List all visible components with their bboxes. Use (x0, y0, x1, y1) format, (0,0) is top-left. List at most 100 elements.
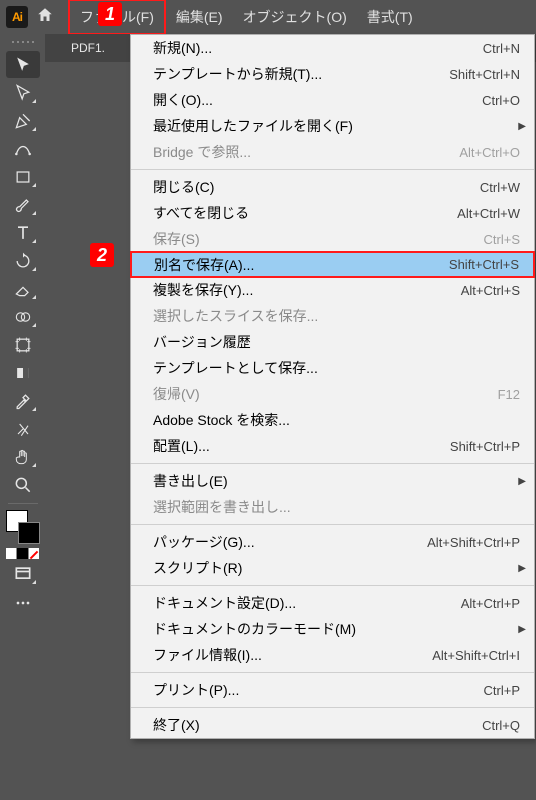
pen-tool[interactable] (6, 107, 40, 134)
toolbar-separator (8, 503, 38, 504)
menu-item-label: 書き出し(E) (153, 471, 520, 491)
draw-mode-icon[interactable] (6, 548, 39, 559)
menu-item-label: バージョン履歴 (153, 332, 520, 352)
menu-item: 復帰(V)F12 (131, 381, 534, 407)
menu-item-shortcut: Shift+Ctrl+S (449, 257, 519, 272)
menu-item[interactable]: パッケージ(G)...Alt+Shift+Ctrl+P (131, 529, 534, 555)
menu-item-label: 配置(L)... (153, 436, 450, 456)
menu-item[interactable]: Adobe Stock を検索... (131, 407, 534, 433)
menu-separator (131, 524, 534, 525)
tools-panel (0, 34, 45, 800)
menu-item-shortcut: Alt+Ctrl+O (459, 145, 520, 160)
menu-item[interactable]: ファイル情報(I)...Alt+Shift+Ctrl+I (131, 642, 534, 668)
home-icon[interactable] (36, 6, 54, 29)
menu-item: 保存(S)Ctrl+S (131, 226, 534, 252)
menu-item[interactable]: 最近使用したファイルを開く(F)▶ (131, 113, 534, 139)
menu-item-label: 選択範囲を書き出し... (153, 497, 520, 517)
menu-item[interactable]: 閉じる(C)Ctrl+W (131, 174, 534, 200)
menu-item-shortcut: Ctrl+P (484, 683, 520, 698)
paintbrush-tool[interactable] (6, 191, 40, 218)
type-tool[interactable] (6, 219, 40, 246)
menu-item-label: Adobe Stock を検索... (153, 410, 520, 430)
rotate-tool[interactable] (6, 247, 40, 274)
menu-item[interactable]: テンプレートとして保存... (131, 355, 534, 381)
menu-item-shortcut: Alt+Ctrl+S (461, 283, 520, 298)
selection-tool[interactable] (6, 51, 40, 78)
menu-item-label: すべてを閉じる (153, 203, 457, 223)
eraser-tool[interactable] (6, 275, 40, 302)
menu-item-label: ファイル情報(I)... (153, 645, 432, 665)
menu-item-shortcut: Shift+Ctrl+N (449, 67, 520, 82)
menu-item[interactable]: 開く(O)...Ctrl+O (131, 87, 534, 113)
menu-item-shortcut: Ctrl+Q (482, 718, 520, 733)
menu-item[interactable]: プリント(P)...Ctrl+P (131, 677, 534, 703)
submenu-arrow-icon: ▶ (518, 563, 526, 574)
menu-item-label: テンプレートから新規(T)... (153, 64, 449, 84)
menu-item-shortcut: Ctrl+W (480, 180, 520, 195)
document-tab-name[interactable]: PDF1. (71, 41, 105, 55)
menu-item[interactable]: スクリプト(R)▶ (131, 555, 534, 581)
menu-item-shortcut: Shift+Ctrl+P (450, 439, 520, 454)
menu-item-shortcut: Alt+Shift+Ctrl+P (427, 535, 520, 550)
menu-object[interactable]: オブジェクト(O) (233, 1, 357, 33)
shape-builder-tool[interactable] (6, 303, 40, 330)
screen-mode-tool[interactable] (6, 560, 40, 587)
edit-toolbar-tool[interactable] (6, 589, 40, 616)
menu-edit[interactable]: 編集(E) (166, 1, 233, 33)
callout-2-badge: 2 (90, 243, 114, 267)
menu-item-label: 復帰(V) (153, 384, 498, 404)
menu-item-label: 新規(N)... (153, 38, 483, 58)
submenu-arrow-icon: ▶ (518, 476, 526, 487)
direct-selection-tool[interactable] (6, 79, 40, 106)
menu-item-shortcut: Ctrl+S (484, 232, 520, 247)
menu-type[interactable]: 書式(T) (357, 1, 423, 33)
menu-item-label: 閉じる(C) (153, 177, 480, 197)
menu-separator (131, 707, 534, 708)
menu-item-shortcut: Alt+Ctrl+W (457, 206, 520, 221)
menu-item-label: ドキュメント設定(D)... (153, 593, 461, 613)
menu-item[interactable]: バージョン履歴 (131, 329, 534, 355)
menu-item-shortcut: Ctrl+N (483, 41, 520, 56)
menu-item-label: 最近使用したファイルを開く(F) (153, 116, 520, 136)
panel-drag-handle-icon[interactable] (12, 41, 34, 44)
menu-item-label: スクリプト(R) (153, 558, 520, 578)
menu-item[interactable]: ドキュメント設定(D)...Alt+Ctrl+P (131, 590, 534, 616)
menu-item[interactable]: すべてを閉じるAlt+Ctrl+W (131, 200, 534, 226)
zoom-tool[interactable] (6, 471, 40, 498)
menu-item-shortcut: Ctrl+O (482, 93, 520, 108)
menu-item-shortcut: Alt+Shift+Ctrl+I (432, 648, 520, 663)
app-logo-icon: Ai (6, 6, 28, 28)
artboard-tool[interactable] (6, 331, 40, 358)
menu-item-label: プリント(P)... (153, 680, 484, 700)
menu-item[interactable]: テンプレートから新規(T)...Shift+Ctrl+N (131, 61, 534, 87)
menu-item-shortcut: F12 (498, 387, 520, 402)
menubar: Ai ファイル(F) 編集(E) オブジェクト(O) 書式(T) (0, 0, 536, 34)
menu-item-label: 開く(O)... (153, 90, 482, 110)
menu-item[interactable]: ドキュメントのカラーモード(M)▶ (131, 616, 534, 642)
menu-item-label: テンプレートとして保存... (153, 358, 520, 378)
submenu-arrow-icon: ▶ (518, 121, 526, 132)
menu-separator (131, 672, 534, 673)
menu-separator (131, 169, 534, 170)
menu-separator (131, 585, 534, 586)
file-menu-dropdown: 新規(N)...Ctrl+Nテンプレートから新規(T)...Shift+Ctrl… (130, 34, 535, 739)
eyedropper-tool[interactable] (6, 387, 40, 414)
menu-item-label: 終了(X) (153, 715, 482, 735)
gradient-tool[interactable] (6, 359, 40, 386)
menu-item[interactable]: 配置(L)...Shift+Ctrl+P (131, 433, 534, 459)
menu-item[interactable]: 別名で保存(A)...Shift+Ctrl+S (130, 251, 535, 278)
scissors-tool[interactable] (6, 415, 40, 442)
menu-item[interactable]: 複製を保存(Y)...Alt+Ctrl+S (131, 277, 534, 303)
menu-item-label: Bridge で参照... (153, 142, 459, 162)
menu-item[interactable]: 終了(X)Ctrl+Q (131, 712, 534, 738)
rectangle-tool[interactable] (6, 163, 40, 190)
fill-stroke-color-icon[interactable] (6, 510, 40, 544)
menu-item[interactable]: 書き出し(E)▶ (131, 468, 534, 494)
menu-item[interactable]: 新規(N)...Ctrl+N (131, 35, 534, 61)
curvature-tool[interactable] (6, 135, 40, 162)
menu-item-shortcut: Alt+Ctrl+P (461, 596, 520, 611)
callout-1-badge: 1 (98, 2, 122, 26)
menu-item-label: 保存(S) (153, 229, 484, 249)
menu-item: Bridge で参照...Alt+Ctrl+O (131, 139, 534, 165)
hand-tool[interactable] (6, 443, 40, 470)
